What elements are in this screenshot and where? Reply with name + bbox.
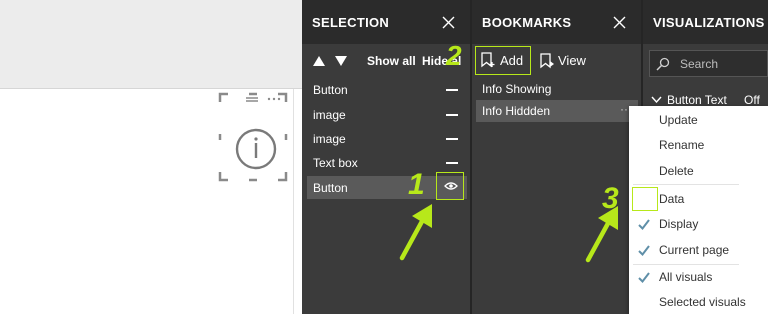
data-highlight-box [632, 187, 658, 211]
eye-icon[interactable] [444, 181, 458, 191]
move-up-icon[interactable] [312, 55, 326, 67]
list-item-label: Text box [313, 156, 358, 170]
visualizations-pane-title: VISUALIZATIONS [653, 15, 765, 30]
hidden-toggle-icon[interactable] [446, 138, 458, 140]
list-item-label: Button [313, 83, 348, 97]
menu-divider [633, 264, 739, 265]
section-toggle-value[interactable]: Off [744, 93, 760, 107]
list-item-label: Button [313, 181, 348, 195]
list-item[interactable]: image [307, 104, 467, 126]
move-down-icon[interactable] [334, 55, 348, 67]
report-canvas-toolbar-area [0, 0, 302, 88]
check-icon [638, 219, 650, 230]
add-bookmark-button[interactable]: Add [475, 46, 531, 75]
check-icon [638, 245, 650, 256]
menu-item-display[interactable]: Display [659, 217, 698, 231]
check-icon [638, 272, 650, 283]
menu-item-all-visuals[interactable]: All visuals [659, 270, 712, 284]
step-2-label: 2 [446, 40, 462, 71]
selection-pane-title: SELECTION [312, 15, 390, 30]
bookmark-item-label: Info Hiddden [482, 104, 551, 118]
menu-item-rename[interactable]: Rename [659, 138, 704, 152]
bookmark-add-icon [481, 52, 495, 68]
hidden-toggle-icon[interactable] [446, 114, 458, 116]
search-icon [656, 57, 670, 71]
view-bookmark-button[interactable]: View [536, 48, 596, 74]
bookmark-context-menu: Update Rename Delete Data Display Curren… [629, 106, 768, 314]
bookmark-item[interactable]: Info Showing [476, 79, 638, 99]
selection-pane: SELECTION Show all Hide all Button image… [302, 0, 470, 314]
list-item[interactable]: Button [307, 79, 467, 101]
list-item[interactable]: Text box [307, 152, 467, 174]
bookmarks-pane-header: BOOKMARKS [472, 0, 641, 44]
menu-divider [633, 184, 739, 185]
menu-item-update[interactable]: Update [659, 113, 698, 127]
bookmarks-pane-title: BOOKMARKS [482, 15, 572, 30]
step-1-label: 1 [408, 168, 425, 201]
show-all-button[interactable]: Show all [367, 54, 416, 68]
close-icon[interactable] [613, 16, 626, 29]
list-item-label: image [313, 132, 346, 146]
view-bookmark-label: View [558, 53, 586, 68]
menu-item-selected-visuals[interactable]: Selected visuals [659, 295, 746, 309]
search-input[interactable]: Search [649, 50, 768, 77]
add-bookmark-label: Add [500, 53, 524, 68]
hidden-toggle-icon[interactable] [446, 89, 458, 91]
canvas-edge [293, 89, 294, 314]
list-item[interactable]: image [307, 128, 467, 150]
list-item-label: image [313, 108, 346, 122]
visualizations-pane-header: VISUALIZATIONS [643, 0, 768, 44]
section-label: Button Text [667, 93, 727, 107]
menu-item-delete[interactable]: Delete [659, 164, 694, 178]
chevron-down-icon[interactable] [651, 96, 662, 103]
arrow-annotation-1 [399, 204, 432, 261]
menu-item-current-page[interactable]: Current page [659, 243, 729, 257]
bookmark-item-label: Info Showing [482, 82, 552, 96]
arrow-annotation-3 [585, 206, 618, 263]
bookmark-item-selected[interactable]: Info Hiddden ··· [476, 100, 638, 122]
info-visual-frame [218, 92, 288, 182]
bookmarks-pane: BOOKMARKS Add View 2 Info Showing Info H… [446, 0, 641, 314]
bookmark-view-icon [540, 53, 554, 69]
hidden-toggle-icon[interactable] [446, 162, 458, 164]
search-placeholder: Search [680, 57, 719, 71]
close-icon[interactable] [442, 16, 455, 29]
info-image-visual[interactable] [218, 92, 288, 182]
menu-item-data[interactable]: Data [659, 192, 684, 206]
selection-pane-header: SELECTION [302, 0, 470, 44]
